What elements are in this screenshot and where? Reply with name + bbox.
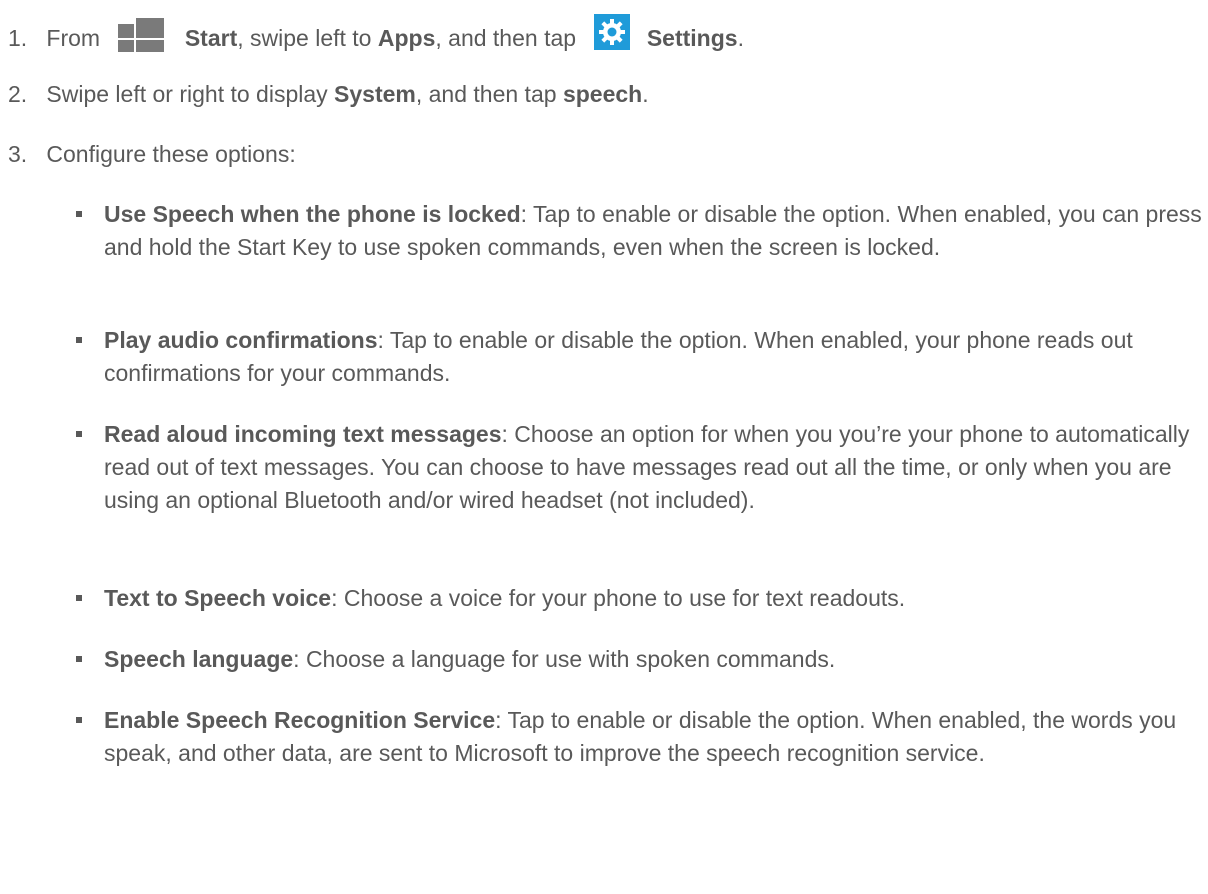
option-title: Text to Speech voice [104,585,332,611]
step-text: Swipe left or right to display [46,81,328,107]
bullet-marker [76,211,82,217]
option-text: Speech language: Choose a language for u… [104,643,1202,676]
step-text: . [642,81,649,107]
option-description: : Choose a language for use with spoken … [293,646,836,672]
option-text: Enable Speech Recognition Service: Tap t… [104,704,1202,770]
option-title: Read aloud incoming text messages [104,421,502,447]
gear-icon [594,14,631,50]
step-2: 2. Swipe left or right to display System… [8,78,1198,111]
step-text: From [46,25,101,51]
bullet-marker [76,431,82,437]
option-text: Play audio confirmations: Tap to enable … [104,324,1202,390]
step-1: 1. From Start, swipe left to Apps, and t… [8,14,1198,55]
instructions-page: 1. From Start, swipe left to Apps, and t… [0,0,1208,894]
bullet-marker [76,717,82,723]
step-text: , and then tap [415,81,557,107]
step-text: , and then tap [435,25,577,51]
speech-label: speech [562,81,643,107]
step-text: . [737,25,744,51]
option-text: Read aloud incoming text messages: Choos… [104,418,1202,517]
bullet-marker [76,656,82,662]
apps-label: Apps [377,25,436,51]
step-text: , swipe left to [237,25,372,51]
step-3: 3. Configure these options: [8,138,1198,171]
system-label: System [334,81,416,107]
settings-label: Settings [646,25,738,51]
option-title: Enable Speech Recognition Service [104,707,496,733]
bullet-marker [76,595,82,601]
step-number: 3. [8,141,28,167]
step-text: Configure these options: [46,141,296,167]
windows-start-icon [118,16,168,52]
step-number: 2. [8,81,28,107]
option-text: Use Speech when the phone is locked: Tap… [104,198,1202,264]
start-label: Start [184,25,238,51]
step-number: 1. [8,25,28,51]
option-description: : Choose a voice for your phone to use f… [331,585,906,611]
bullet-marker [76,337,82,343]
option-text: Text to Speech voice: Choose a voice for… [104,582,1202,615]
option-title: Play audio confirmations [104,327,378,353]
option-title: Speech language [104,646,294,672]
option-title: Use Speech when the phone is locked [104,201,521,227]
